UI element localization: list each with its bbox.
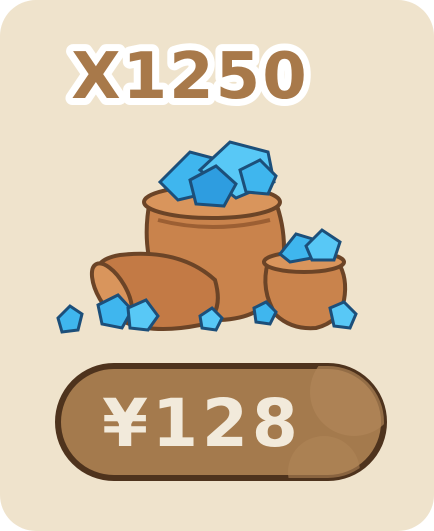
price-label: ¥128 [102,385,302,462]
quantity-text: X1250 [71,40,308,114]
tipped-bag [89,251,220,332]
quantity-label: X1250 [64,33,313,118]
gem-bags-icon [56,140,358,334]
buy-button[interactable]: ¥128 [54,362,388,482]
buy-button-shape: ¥128 [55,363,387,481]
gem-pack-card[interactable]: X1250 ¥128 [0,0,434,531]
